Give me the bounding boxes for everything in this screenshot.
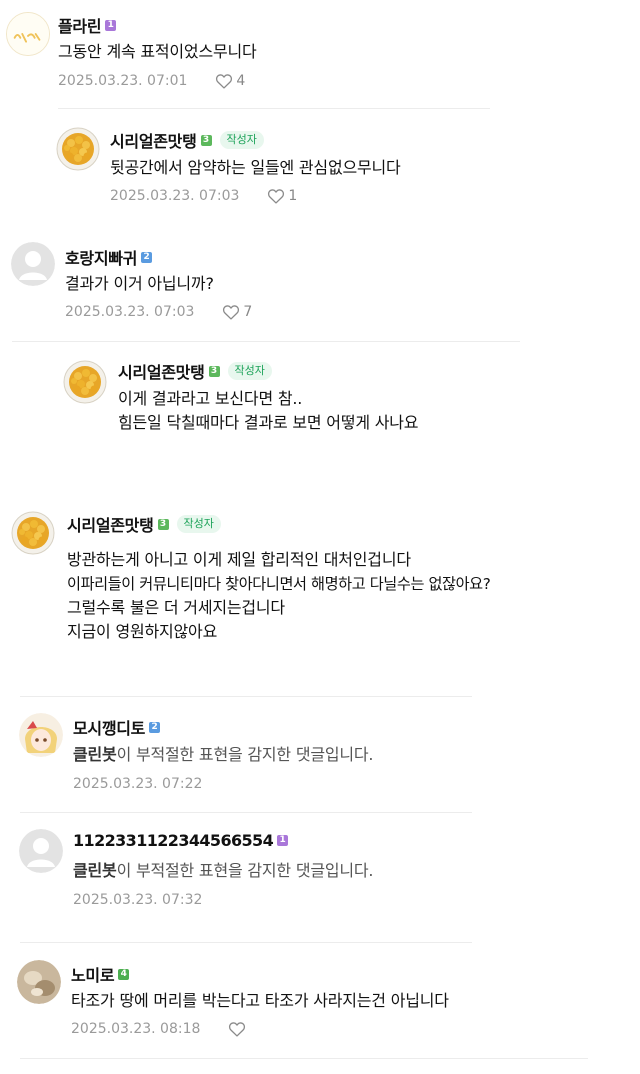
comment-date: 2025.03.23. 07:32 bbox=[73, 892, 203, 908]
cleanbot-text: 이 부적절한 표현을 감지한 댓글입니다. bbox=[116, 861, 374, 880]
comment-line: 지금이 영원하지않아요 bbox=[67, 622, 218, 641]
comment-text: 방관하는게 아니고 이게 제일 합리적인 대처인겁니다 이파리들이 커뮤니티마다… bbox=[67, 548, 491, 644]
like-button[interactable]: 4 bbox=[215, 73, 245, 89]
nickname[interactable]: 시리얼존맛탱 bbox=[118, 359, 205, 383]
heart-icon bbox=[228, 1021, 246, 1037]
comment-date: 2025.03.23. 07:03 bbox=[110, 188, 240, 204]
default-avatar[interactable] bbox=[11, 242, 55, 286]
nickname[interactable]: 시리얼존맛탱 bbox=[67, 512, 154, 536]
comment-date: 2025.03.23. 08:18 bbox=[71, 1021, 201, 1037]
level-badge: 1 bbox=[105, 19, 117, 31]
cleanbot-label: 클린봇 bbox=[73, 745, 117, 764]
corn-cereal-avatar[interactable] bbox=[56, 127, 100, 171]
divider bbox=[20, 1058, 588, 1059]
author-badge: 작성자 bbox=[227, 362, 272, 380]
doodle-avatar[interactable] bbox=[6, 12, 50, 56]
comment-line: 결과가 이거 아닙니까? bbox=[65, 274, 214, 293]
author-badge: 작성자 bbox=[219, 131, 264, 149]
like-button[interactable] bbox=[228, 1021, 249, 1037]
comment-line: 힘든일 닥칠때마다 결과로 보면 어떻게 사나요 bbox=[118, 413, 419, 432]
comment-text: 타조가 땅에 머리를 박는다고 타조가 사라지는건 아닙니다 bbox=[71, 989, 449, 1013]
comment-line: 이게 결과라고 보신다면 참.. bbox=[118, 389, 303, 408]
nickname[interactable]: 노미로 bbox=[71, 962, 115, 986]
heart-icon bbox=[267, 188, 285, 204]
level-badge: 1 bbox=[277, 835, 289, 846]
divider bbox=[20, 942, 472, 943]
anime-avatar[interactable] bbox=[19, 713, 63, 757]
divider bbox=[12, 341, 520, 342]
divider bbox=[20, 812, 472, 813]
cleanbot-text: 이 부적절한 표현을 감지한 댓글입니다. bbox=[116, 745, 374, 764]
like-count: 7 bbox=[243, 304, 253, 320]
comment-text: 이게 결과라고 보신다면 참.. 힘든일 닥칠때마다 결과로 보면 어떻게 사나… bbox=[118, 387, 419, 435]
default-avatar[interactable] bbox=[19, 829, 63, 873]
level-badge: 2 bbox=[149, 721, 161, 733]
corn-cereal-avatar[interactable] bbox=[63, 360, 107, 404]
level-badge: 2 bbox=[141, 251, 153, 263]
level-badge: 4 bbox=[118, 968, 130, 980]
comment-line: 그동안 계속 표적이었스무니다 bbox=[58, 42, 257, 61]
nickname[interactable]: 모시깽디토 bbox=[73, 715, 145, 739]
comment-date: 2025.03.23. 07:22 bbox=[73, 776, 203, 792]
heart-icon bbox=[222, 304, 240, 320]
author-badge: 작성자 bbox=[176, 515, 221, 533]
level-badge: 3 bbox=[157, 518, 169, 530]
comment-line: 뒷공간에서 암약하는 일들엔 관심없으무니다 bbox=[110, 158, 401, 177]
nickname[interactable]: 플라린 bbox=[58, 13, 102, 37]
comment-date: 2025.03.23. 07:03 bbox=[65, 304, 195, 320]
cleanbot-notice: 클린봇이 부적절한 표현을 감지한 댓글입니다. bbox=[73, 743, 374, 767]
nickname[interactable]: 호랑지빠귀 bbox=[65, 245, 137, 269]
nickname[interactable]: 시리얼존맛탱 bbox=[110, 128, 197, 152]
level-badge: 3 bbox=[208, 365, 220, 377]
comment-line: 타조가 땅에 머리를 박는다고 타조가 사라지는건 아닙니다 bbox=[71, 991, 449, 1010]
divider bbox=[20, 696, 472, 697]
comment-text: 뒷공간에서 암약하는 일들엔 관심없으무니다 bbox=[110, 156, 401, 180]
like-button[interactable]: 1 bbox=[267, 188, 297, 204]
comment-text: 결과가 이거 아닙니까? bbox=[65, 272, 214, 296]
comment-line: 그럴수록 불은 더 거세지는겁니다 bbox=[67, 598, 285, 617]
comment-text: 그동안 계속 표적이었스무니다 bbox=[58, 40, 257, 64]
comment-date: 2025.03.23. 07:01 bbox=[58, 73, 188, 89]
corn-cereal-avatar[interactable] bbox=[11, 511, 55, 555]
level-badge: 3 bbox=[200, 134, 212, 146]
like-count: 1 bbox=[288, 188, 298, 204]
cleanbot-label: 클린봇 bbox=[73, 861, 117, 880]
comment-line: 방관하는게 아니고 이게 제일 합리적인 대처인겁니다 bbox=[67, 550, 411, 569]
like-count: 4 bbox=[236, 73, 246, 89]
cleanbot-notice: 클린봇이 부적절한 표현을 감지한 댓글입니다. bbox=[73, 859, 374, 883]
comment-line: 이파리들이 커뮤니티마다 찾아다니면서 해명하고 다닐수는 없잖아요? bbox=[67, 575, 491, 593]
like-button[interactable]: 7 bbox=[222, 304, 252, 320]
photo-avatar[interactable] bbox=[17, 960, 61, 1004]
heart-icon bbox=[215, 73, 233, 89]
nickname[interactable]: 1122331122344566554 bbox=[73, 831, 274, 850]
divider bbox=[58, 108, 490, 109]
